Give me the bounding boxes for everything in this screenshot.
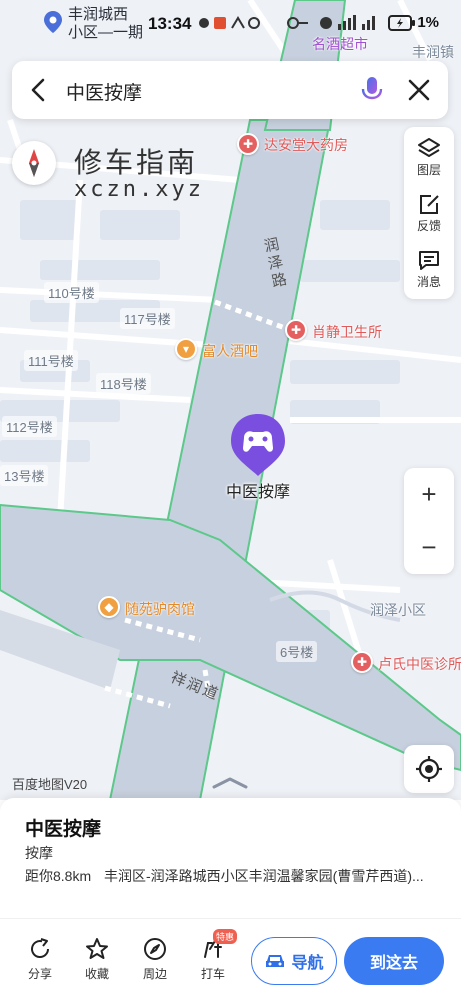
share-button[interactable]: 分享 (20, 937, 60, 983)
nearby-label: 周边 (142, 967, 167, 981)
gamepad-pin-icon (231, 414, 285, 476)
navigate-button[interactable]: 导航 (251, 937, 337, 985)
crosshair-icon (416, 756, 442, 782)
search-query[interactable]: 中医按摩 (66, 78, 142, 105)
taxi-label: 打车 (200, 967, 225, 981)
building-label: 118号楼 (96, 373, 151, 394)
messages-button[interactable]: 消息 (404, 241, 454, 297)
search-bar: 中医按摩 (12, 61, 448, 119)
building-label: 111号楼 (24, 350, 78, 371)
marker-label: 中医按摩 (225, 484, 290, 501)
compass-nearby-icon (144, 938, 166, 960)
restaurant-poi-icon[interactable]: ◆ (98, 596, 120, 618)
poi-clinic-lu-label[interactable]: 卢氏中医诊所 (378, 654, 461, 674)
microphone-icon[interactable] (358, 75, 386, 105)
feedback-button[interactable]: 反馈 (404, 185, 454, 241)
building-label: 110号楼 (44, 282, 99, 303)
poi-community-label[interactable]: 润泽小区 (370, 600, 426, 620)
poi-pharmacy-label[interactable]: 达安堂大药房 (264, 135, 348, 155)
place-address: 丰润区-润泽路城西小区丰润温馨家园(曹雪芹西道)... (104, 868, 424, 884)
compass-icon (29, 149, 39, 177)
locate-me-button[interactable] (404, 745, 454, 793)
location-marker[interactable] (229, 412, 287, 478)
signal-icons (320, 15, 375, 30)
bar-poi-icon[interactable]: ▾ (175, 338, 197, 360)
place-category: 按摩 (25, 845, 53, 861)
building-label: 117号楼 (120, 308, 175, 329)
watermark: 修车指南 xczn.xyz (74, 148, 204, 202)
close-icon[interactable] (406, 77, 432, 103)
go-here-button[interactable]: 到这去 (344, 937, 444, 985)
status-battery: 1% (417, 14, 439, 31)
map-base (0, 0, 461, 800)
navigate-label: 导航 (291, 955, 324, 972)
map-tools-panel: 图层 反馈 消息 (404, 127, 454, 299)
watermark-cn: 修车指南 (74, 147, 199, 178)
map-logo: 百度地图V20 (12, 777, 88, 792)
star-icon (86, 938, 108, 959)
zoom-out-button[interactable]: − (404, 521, 454, 574)
favorite-button[interactable]: 收藏 (77, 937, 117, 983)
map-view[interactable]: 修车指南 xczn.xyz ✚ 达安堂大药房 ✚ 肖静卫生所 ▾ 富人酒吧 ◆ … (0, 0, 461, 800)
share-icon (31, 938, 50, 958)
notification-icons (199, 16, 308, 29)
status-icons (198, 14, 308, 35)
layers-icon (418, 138, 440, 157)
status-time: 13:34 (148, 14, 192, 33)
building-label: 13号楼 (0, 465, 49, 486)
compass-button[interactable] (12, 141, 56, 185)
zoom-in-button[interactable]: + (404, 468, 454, 521)
share-label: 分享 (27, 967, 52, 981)
zoom-control: + − (404, 468, 454, 574)
nearby-button[interactable]: 周边 (135, 937, 175, 983)
go-here-label: 到这去 (369, 955, 418, 972)
action-bar: 分享 收藏 周边 打车 特惠 导航 到这去 (0, 918, 461, 1000)
layers-button[interactable]: 图层 (404, 129, 454, 185)
feedback-label: 反馈 (416, 219, 441, 233)
poi-bar-label[interactable]: 富人酒吧 (202, 341, 258, 361)
status-location-line1: 丰润城西 (68, 6, 129, 23)
edit-icon (420, 195, 439, 214)
location-pin-icon (44, 11, 62, 33)
place-name: 中医按摩 (25, 819, 102, 840)
place-distance: 距你8.8km (25, 868, 92, 884)
poi-restaurant-label[interactable]: 随苑驴肉馆 (125, 599, 195, 619)
car-icon (266, 955, 285, 967)
pharmacy-poi-icon[interactable]: ✚ (237, 133, 259, 155)
status-bar: 丰润城西 小区—一期 13:34 1% (0, 0, 461, 48)
clinic-lu-poi-icon[interactable]: ✚ (351, 651, 373, 673)
messages-label: 消息 (416, 275, 441, 289)
taxi-badge: 特惠 (213, 929, 238, 944)
layers-label: 图层 (416, 163, 441, 177)
poi-clinic-xiao-label[interactable]: 肖静卫生所 (312, 322, 382, 342)
drag-handle-icon[interactable] (210, 776, 250, 790)
favorite-label: 收藏 (84, 967, 109, 981)
building-label: 6号楼 (276, 641, 318, 662)
status-location: 丰润城西 小区—一期 (68, 6, 143, 42)
place-card[interactable]: 中医按摩 按摩 距你8.8km 丰润区-润泽路城西小区丰润温馨家园(曹雪芹西道)… (0, 798, 461, 918)
watermark-en: xczn.xyz (74, 177, 204, 202)
message-icon (419, 251, 439, 270)
status-location-line2: 小区—一期 (68, 24, 144, 41)
clinic-poi-icon[interactable]: ✚ (285, 319, 307, 341)
battery-icon (388, 15, 415, 31)
building-label: 112号楼 (2, 416, 57, 437)
back-icon[interactable] (26, 76, 52, 104)
